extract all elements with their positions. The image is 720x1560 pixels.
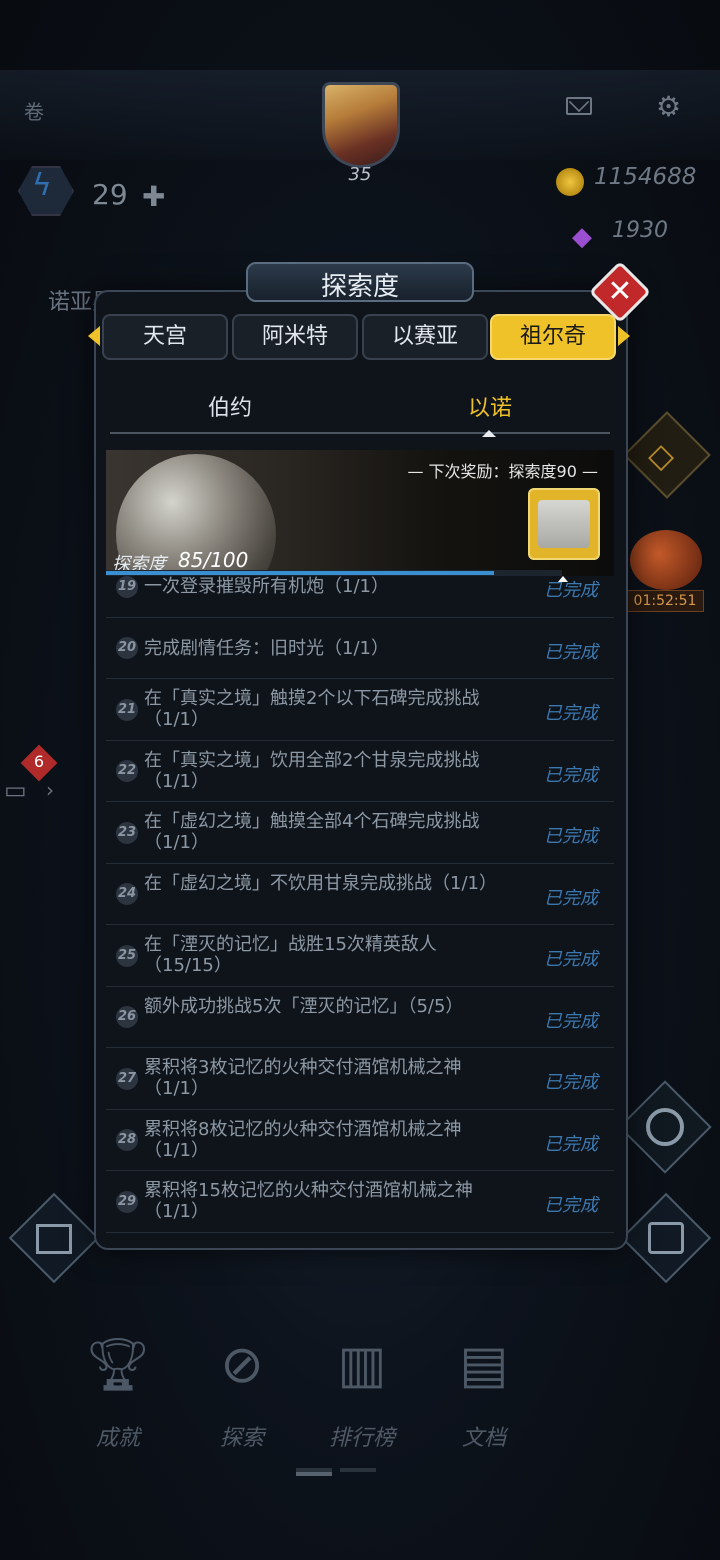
task-row[interactable]: 21 在「真实之境」触摸2个以下石碑完成挑战（1/1） 已完成 <box>106 679 614 741</box>
task-row[interactable]: 26 额外成功挑战5次「湮灭的记忆」（5/5） 已完成 <box>106 987 614 1048</box>
diamond-icon: ◇ <box>648 436 675 476</box>
pet-timer: 01:52:51 <box>626 590 704 612</box>
task-number: 29 <box>116 1190 138 1213</box>
coin-icon <box>556 168 584 196</box>
subtab-divider <box>110 432 610 434</box>
nav-achievements[interactable]: 🏆︎ 成就 <box>58 1330 178 1452</box>
notice-icon <box>36 1224 72 1254</box>
task-number: 26 <box>116 1006 138 1029</box>
task-list[interactable]: 19 一次登录摧毁所有机炮（1/1） 已完成 20 完成剧情任务：旧时光（1/1） 已完成… <box>106 576 614 1236</box>
task-row[interactable]: 28 累积将8枚记忆的火种交付酒馆机械之神（1/1） 已完成 <box>106 1110 614 1171</box>
lightning-icon: ϟ <box>32 168 52 203</box>
task-row[interactable]: 29 累积将15枚记忆的火种交付酒馆机械之神（1/1） 已完成 <box>106 1171 614 1233</box>
task-text: 在「真实之境」触摸2个以下石碑完成挑战（1/1） <box>144 688 480 730</box>
task-status: 已完成 <box>544 1195 598 1216</box>
podium-icon: ▥ <box>337 1335 387 1395</box>
task-row[interactable]: 25 在「湮灭的记忆」战胜15次精英敌人（15/15） 已完成 <box>106 925 614 987</box>
nav-label: 排行榜 <box>328 1426 395 1451</box>
task-row[interactable]: 27 累积将3枚记忆的火种交付酒馆机械之神（1/1） 已完成 <box>106 1048 614 1110</box>
tab-tiangong[interactable]: 天宫 <box>102 314 228 360</box>
close-icon[interactable]: ✕ <box>600 272 640 312</box>
checklist-icon <box>648 1222 684 1254</box>
nav-explore[interactable]: ⊘ 探索 <box>182 1330 302 1452</box>
compass-icon: ⊘ <box>220 1335 264 1395</box>
task-text: 在「湮灭的记忆」战胜15次精英敌人（15/15） <box>144 934 437 976</box>
player-level: 35 <box>348 164 372 185</box>
task-status: 已完成 <box>544 580 598 601</box>
orbit-icon <box>646 1108 684 1146</box>
chat-icon[interactable]: ▭ <box>4 776 27 804</box>
tab-scroll-right-icon[interactable] <box>618 326 630 346</box>
explore-progress-fill <box>106 571 494 575</box>
task-status: 已完成 <box>544 887 598 909</box>
task-status: 已完成 <box>544 1072 598 1093</box>
nav-label: 成就 <box>95 1426 140 1451</box>
task-text: 在「虚幻之境」不饮用甘泉完成挑战（1/1） <box>144 872 497 894</box>
task-text: 完成剧情任务：旧时光（1/1） <box>144 637 389 659</box>
task-row[interactable]: 24 在「虚幻之境」不饮用甘泉完成挑战（1/1） 已完成 <box>106 864 614 925</box>
task-text: 累积将15枚记忆的火种交付酒馆机械之神（1/1） <box>144 1180 473 1222</box>
nav-ranking[interactable]: ▥ 排行榜 <box>302 1330 422 1452</box>
page-indicator <box>296 1468 426 1476</box>
player-avatar[interactable] <box>322 82 400 168</box>
task-number: 22 <box>116 760 138 783</box>
task-number: 23 <box>116 821 138 844</box>
nav-label: 文档 <box>461 1426 506 1451</box>
tab-zurqi[interactable]: 祖尔奇 <box>490 314 616 360</box>
subtab-enoch[interactable]: 以诺 <box>370 390 610 422</box>
task-number: 28 <box>116 1129 138 1152</box>
gem-count: 1930 <box>612 218 668 243</box>
task-number: 27 <box>116 1067 138 1090</box>
task-number: 25 <box>116 944 138 967</box>
task-status: 已完成 <box>544 703 598 724</box>
task-text: 累积将3枚记忆的火种交付酒馆机械之神（1/1） <box>144 1057 462 1099</box>
gem-icon: ◆ <box>572 222 592 252</box>
trophy-icon: 🏆︎ <box>84 1335 151 1395</box>
task-status: 已完成 <box>544 764 598 786</box>
subtab-marker-icon <box>482 430 496 437</box>
chest-icon <box>538 500 590 548</box>
page-dot <box>340 1468 376 1472</box>
task-row[interactable]: 20 完成剧情任务：旧时光（1/1） 已完成 <box>106 618 614 679</box>
task-text: 一次登录摧毁所有机炮（1/1） <box>144 576 389 597</box>
task-list-inner: 19 一次登录摧毁所有机炮（1/1） 已完成 20 完成剧情任务：旧时光（1/1） 已完成… <box>106 576 614 1233</box>
newspaper-icon: ▤ <box>459 1335 509 1395</box>
task-row[interactable]: 23 在「虚幻之境」触摸全部4个石碑完成挑战（1/1） 已完成 <box>106 802 614 864</box>
nav-label: 探索 <box>219 1426 264 1451</box>
add-energy-icon[interactable]: ✚ <box>142 180 165 213</box>
subtab-boyue[interactable]: 伯约 <box>110 390 350 422</box>
coin-count: 1154688 <box>594 164 697 190</box>
task-number: 24 <box>116 883 138 906</box>
chevron-right-icon[interactable]: › <box>46 778 54 802</box>
next-reward-text: — 下次奖励：探索度90 — <box>407 462 598 481</box>
scroll-label[interactable]: 卷 <box>24 96 44 125</box>
pet-icon[interactable] <box>630 530 702 590</box>
tab-scroll-left-icon[interactable] <box>88 326 100 346</box>
nav-documents[interactable]: ▤ 文档 <box>424 1330 544 1452</box>
page-dot-active <box>296 1472 332 1476</box>
task-text: 在「真实之境」饮用全部2个甘泉完成挑战（1/1） <box>144 749 480 792</box>
gear-icon[interactable]: ⚙ <box>656 90 681 123</box>
task-number: 21 <box>116 698 138 721</box>
task-status: 已完成 <box>544 826 598 847</box>
task-status: 已完成 <box>544 1010 598 1032</box>
energy-count: 29 <box>92 178 128 211</box>
task-number: 19 <box>116 576 138 598</box>
task-status: 已完成 <box>544 1133 598 1155</box>
task-text: 累积将8枚记忆的火种交付酒馆机械之神（1/1） <box>144 1118 462 1161</box>
task-number: 20 <box>116 637 138 660</box>
task-status: 已完成 <box>544 641 598 663</box>
task-text: 在「虚幻之境」触摸全部4个石碑完成挑战（1/1） <box>144 811 480 853</box>
task-status: 已完成 <box>544 949 598 970</box>
tab-isaiah[interactable]: 以赛亚 <box>362 314 488 360</box>
notification-count: 6 <box>33 752 45 771</box>
task-text: 额外成功挑战5次「湮灭的记忆」（5/5） <box>144 995 464 1017</box>
tab-amit[interactable]: 阿米特 <box>232 314 358 360</box>
modal-title: 探索度 <box>320 272 399 302</box>
explore-value: 85/100 <box>178 548 249 572</box>
task-row[interactable]: 19 一次登录摧毁所有机炮（1/1） 已完成 <box>106 576 614 618</box>
mail-icon[interactable] <box>566 97 592 115</box>
task-row[interactable]: 22 在「真实之境」饮用全部2个甘泉完成挑战（1/1） 已完成 <box>106 741 614 802</box>
